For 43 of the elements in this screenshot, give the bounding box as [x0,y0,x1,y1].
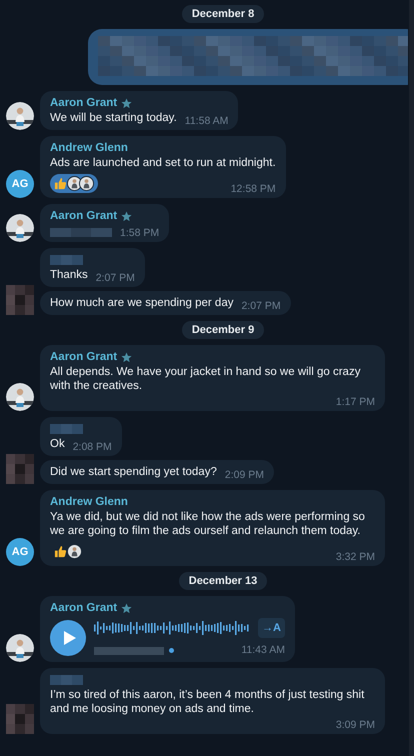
sender-name[interactable]: Aaron Grant [50,350,118,364]
message-time: 2:09 PM [224,469,264,482]
message-time: 2:07 PM [241,300,281,313]
avatar-icon[interactable] [6,634,34,662]
message-text: Ads are launched and set to run at midnight. [50,156,276,170]
message-time: 12:58 PM [230,183,276,196]
date-label: December 8 [182,5,264,23]
message-text: Ya we did, but we did not like how the ads were performing so we are going to film the ads ourself and relaunch them today. [50,510,366,538]
message-time: 11:43 AM [241,644,285,657]
message-time: 1:17 PM [336,396,375,409]
waveform-drawing[interactable] [94,620,250,636]
message-time: 1:58 PM [120,227,160,240]
avatar-icon [79,176,94,191]
message-text: Thanks [50,268,88,282]
message-text: I’m so tired of this aaron, it’s been 4 months of just testing shit and me loosing money on ads and time. [50,688,366,716]
message-time: 2:07 PM [96,272,135,285]
sender-name[interactable]: Andrew Glenn [50,495,128,509]
avatar-icon[interactable] [6,214,34,242]
message-time: 2:08 PM [72,441,112,454]
message-text: Ok [50,437,65,451]
thumbs-up-icon [54,177,67,190]
avatar-icon [67,544,82,559]
scrollbar[interactable] [409,0,414,756]
message-text: How much are we spending per day [50,296,234,310]
play-button[interactable] [50,620,86,656]
redacted-size [94,646,164,654]
message-text: We will be starting today. [50,111,177,125]
date-label: December 9 [182,321,264,339]
message-time: 3:32 PM [336,551,375,564]
avatar-icon[interactable] [6,102,34,130]
message-time: 11:58 AM [184,115,228,128]
message-text: Did we start spending yet today? [50,465,217,479]
date-label: December 13 [178,572,268,590]
sender-name[interactable]: Aaron Grant [50,96,118,110]
thumbs-up-icon [54,545,67,558]
avatar-icon[interactable] [6,383,34,411]
reaction[interactable] [50,174,98,193]
message-text: All depends. We have your jacket in hand so we will go crazy with the creatives. [50,365,362,393]
transcribe-button[interactable]: →A [258,618,285,638]
sender-name[interactable]: Aaron Grant [50,601,118,615]
sender-name[interactable]: Aaron Grant [50,209,118,223]
sender-name[interactable]: Andrew Glenn [50,141,128,155]
message-time: 3:09 PM [336,719,375,732]
